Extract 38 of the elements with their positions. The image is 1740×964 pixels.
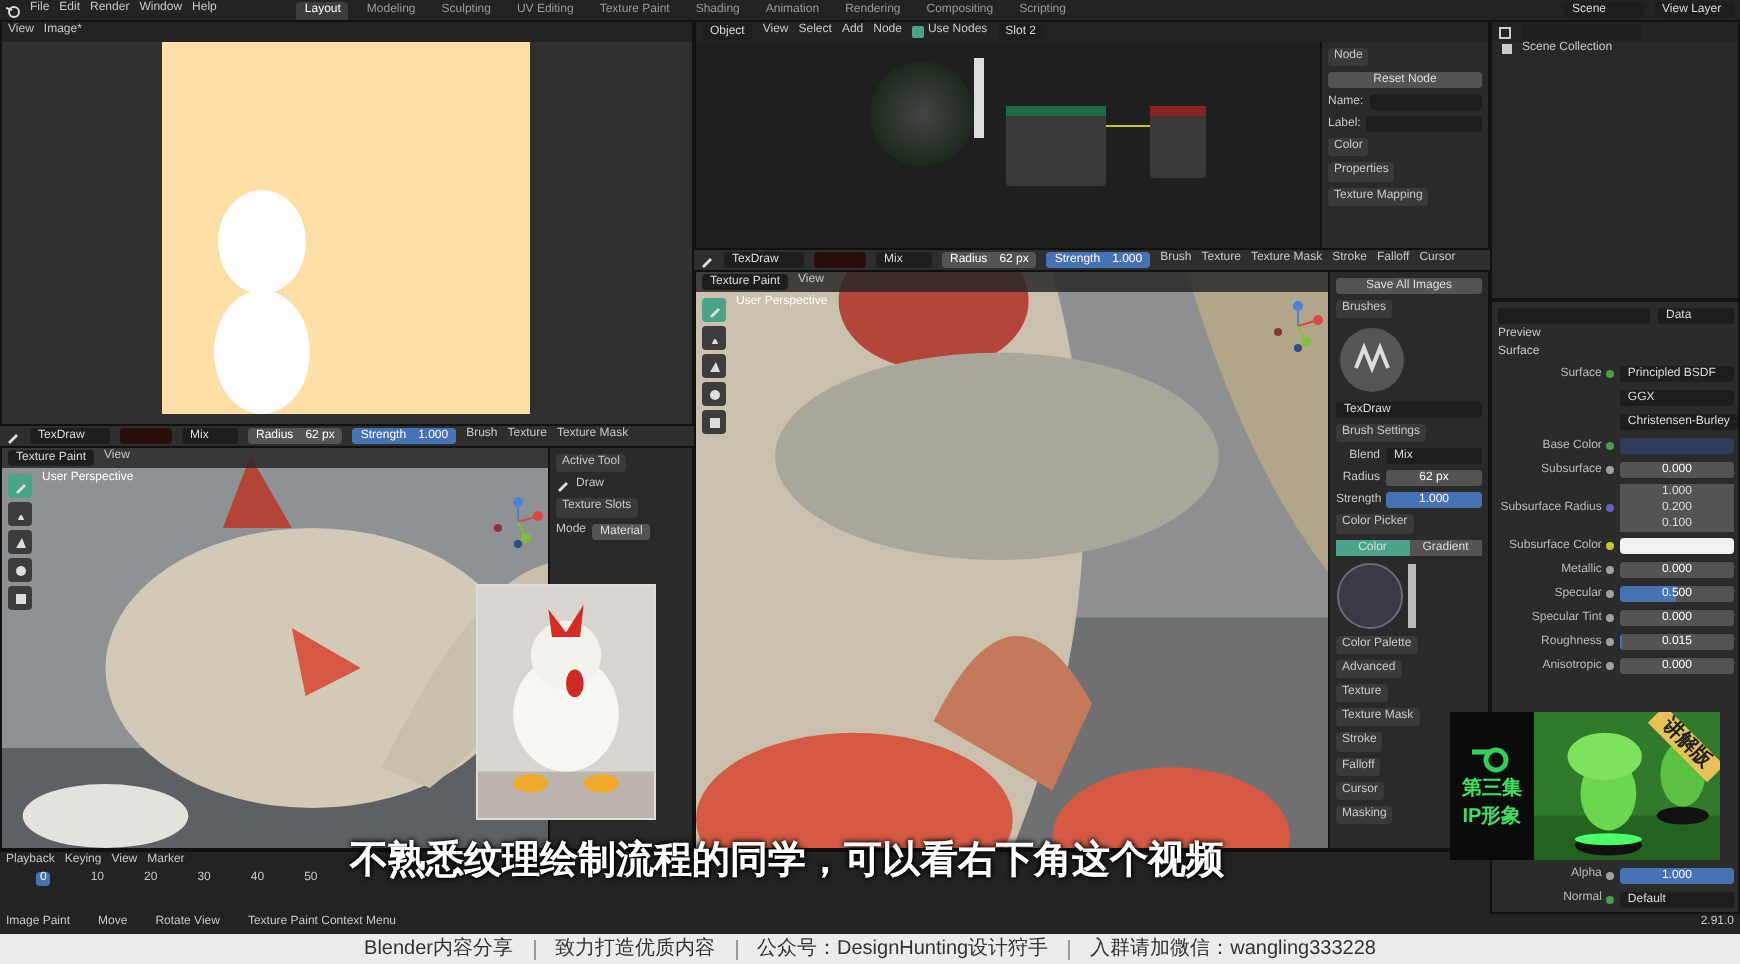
- color-wheel: [1336, 561, 1416, 630]
- navigation-gizmo: [1272, 300, 1324, 352]
- socket-dot[interactable]: [1605, 370, 1614, 379]
- circle-icon: [707, 387, 721, 401]
- outliner-icon[interactable]: [1498, 25, 1512, 39]
- tool-button[interactable]: [702, 354, 726, 378]
- subtitle-text: 不熟悉纹理绘制流程的同学，可以看右下角这个视频: [350, 840, 1224, 886]
- tool-button[interactable]: [702, 382, 726, 406]
- blender-logo-icon: [1470, 742, 1514, 774]
- footer-text: 公众号：DesignHunting设计狩手: [735, 939, 1069, 959]
- footer-text: Blender内容分享: [362, 939, 515, 959]
- square-icon: [707, 415, 721, 429]
- tool-button[interactable]: [702, 410, 726, 434]
- collection-icon: [1500, 42, 1514, 57]
- blender-logo-icon[interactable]: [6, 3, 20, 17]
- footer-text: 入群请加微信：wangling333228: [1068, 939, 1396, 959]
- socket-dot[interactable]: [1605, 590, 1614, 599]
- socket-dot[interactable]: [1605, 566, 1614, 575]
- brush-icon: [707, 303, 721, 317]
- episode-title: 第三集: [1462, 778, 1522, 802]
- brush-preview-icon: [1336, 324, 1408, 397]
- socket-dot[interactable]: [1605, 872, 1614, 880]
- socket-dot[interactable]: [1605, 662, 1614, 671]
- footer-text: 致力打造优质内容: [533, 939, 735, 959]
- color-swatch[interactable]: [120, 428, 172, 444]
- color-swatch[interactable]: [814, 252, 866, 268]
- tool-button[interactable]: [702, 326, 726, 350]
- socket-dot[interactable]: [1605, 614, 1614, 623]
- socket-dot[interactable]: [1605, 466, 1614, 475]
- socket-dot[interactable]: [1605, 442, 1614, 451]
- value-field[interactable]: [1619, 438, 1734, 455]
- color-swatch[interactable]: [1619, 538, 1734, 555]
- triangle-icon: [707, 359, 721, 373]
- episode-subtitle: IP形象: [1462, 806, 1522, 830]
- socket-dot[interactable]: [1605, 638, 1614, 647]
- socket-dot[interactable]: [1605, 896, 1614, 904]
- socket-dot[interactable]: [1605, 542, 1614, 551]
- socket-dot[interactable]: [1605, 504, 1614, 513]
